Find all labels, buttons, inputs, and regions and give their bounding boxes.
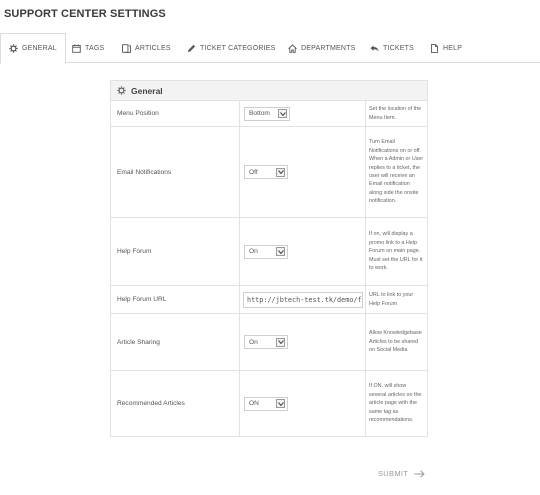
tab-label: GENERAL bbox=[22, 45, 57, 52]
chevron-down-icon bbox=[276, 399, 285, 408]
documents-icon bbox=[122, 43, 131, 53]
file-icon bbox=[430, 43, 439, 53]
setting-help: Turn Email Notifications on or off. When… bbox=[369, 139, 424, 205]
article-sharing-select[interactable]: On bbox=[244, 335, 288, 349]
tab-label: ARTICLES bbox=[135, 44, 171, 52]
menu-position-select[interactable]: Bottom bbox=[244, 106, 290, 121]
general-settings-card: General Menu Position Bottom Set the loc… bbox=[110, 80, 428, 437]
recommended-articles-select[interactable]: ON bbox=[244, 396, 288, 411]
setting-row-recommended-articles: Recommended Articles ON If ON, will show… bbox=[111, 371, 427, 436]
tab-label: TAGS bbox=[85, 44, 105, 52]
select-value: Bottom bbox=[249, 110, 270, 117]
chevron-down-icon bbox=[276, 167, 285, 177]
tab-tags[interactable]: TAGS bbox=[72, 33, 104, 63]
calendar-icon bbox=[72, 43, 81, 53]
tab-label: DEPARTMENTS bbox=[301, 44, 356, 52]
tab-departments[interactable]: DEPARTMENTS bbox=[288, 33, 355, 63]
setting-help: If on, will display a promo link to a He… bbox=[369, 231, 423, 272]
email-notifications-select[interactable]: Off bbox=[244, 165, 288, 179]
tab-label: TICKETS bbox=[383, 44, 414, 52]
gear-icon bbox=[117, 86, 126, 95]
arrow-right-icon bbox=[414, 469, 425, 478]
setting-help: URL to link to your Help Forum bbox=[369, 292, 414, 307]
tab-label: HELP bbox=[443, 44, 463, 52]
tab-help[interactable]: HELP bbox=[430, 33, 462, 63]
pencil-icon bbox=[187, 44, 196, 53]
card-title: General bbox=[131, 85, 163, 96]
select-value: Off bbox=[249, 168, 258, 176]
select-value: ON bbox=[249, 400, 259, 407]
tab-tickets[interactable]: TICKETS bbox=[370, 33, 414, 63]
submit-label: SUBMIT bbox=[378, 469, 409, 478]
tab-label: TICKET CATEGORIES bbox=[200, 44, 276, 52]
setting-label: Help Forum URL bbox=[111, 286, 240, 313]
setting-label: Article Sharing bbox=[111, 314, 240, 370]
setting-help: If ON, will show several articles on the… bbox=[369, 383, 422, 424]
help-forum-select[interactable]: On bbox=[244, 244, 288, 259]
select-value: On bbox=[249, 338, 258, 346]
setting-label: Menu Position bbox=[111, 101, 240, 126]
tab-general[interactable]: GENERAL bbox=[0, 33, 66, 64]
submit-button[interactable]: SUBMIT bbox=[378, 469, 425, 478]
help-forum-url-input[interactable]: http://jbtech-test.tk/demo/fo bbox=[243, 291, 363, 308]
setting-row-email-notifications: Email Notifications Off Turn Email Notif… bbox=[111, 127, 427, 218]
setting-help: Set the location of the Menu Item. bbox=[369, 106, 422, 121]
chevron-down-icon bbox=[276, 337, 285, 347]
settings-tabs: GENERAL TAGS ARTICLES TICKET CATEGORIES … bbox=[0, 33, 540, 64]
home-icon bbox=[288, 43, 297, 53]
select-value: On bbox=[249, 248, 258, 255]
setting-label: Help Forum bbox=[111, 218, 240, 285]
chevron-down-icon bbox=[278, 109, 287, 118]
setting-help: Allow Knowledgebase Articles to be share… bbox=[369, 330, 422, 354]
page-title: SUPPORT CENTER SETTINGS bbox=[4, 8, 166, 20]
tab-ticket-categories[interactable]: TICKET CATEGORIES bbox=[187, 33, 276, 63]
setting-label: Recommended Articles bbox=[111, 371, 240, 436]
setting-label: Email Notifications bbox=[111, 127, 240, 217]
gear-icon bbox=[9, 44, 18, 53]
card-header: General bbox=[111, 81, 427, 101]
chevron-down-icon bbox=[276, 247, 285, 256]
setting-row-help-forum: Help Forum On If on, will display a prom… bbox=[111, 218, 427, 286]
tab-articles[interactable]: ARTICLES bbox=[122, 33, 171, 63]
reply-icon bbox=[370, 44, 379, 53]
setting-row-help-forum-url: Help Forum URL http://jbtech-test.tk/dem… bbox=[111, 286, 427, 314]
setting-row-menu-position: Menu Position Bottom Set the location of… bbox=[111, 101, 427, 127]
setting-row-article-sharing: Article Sharing On Allow Knowledgebase A… bbox=[111, 314, 427, 371]
